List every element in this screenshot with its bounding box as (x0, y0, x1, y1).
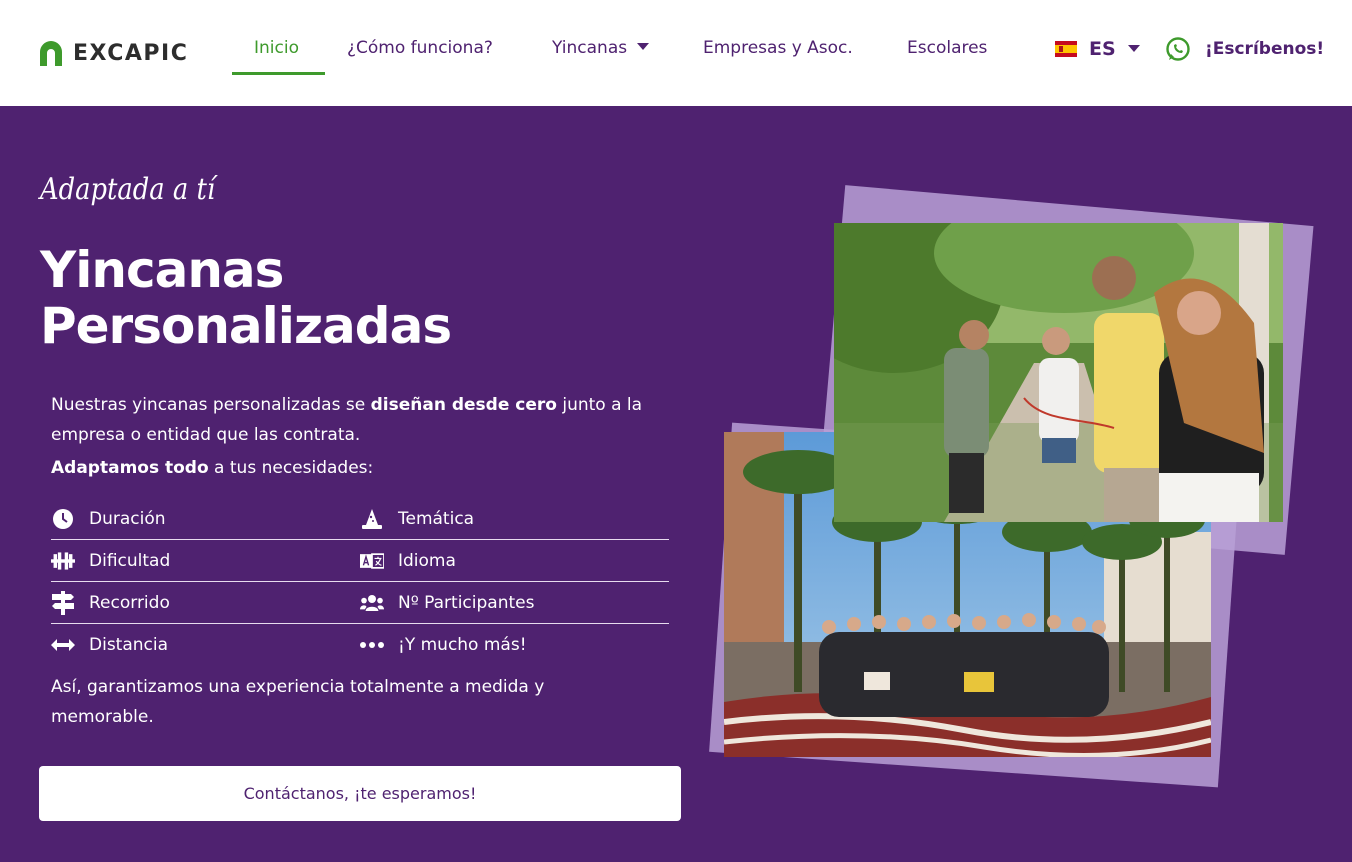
feature-label: Recorrido (89, 592, 170, 613)
team-activity-photo (834, 223, 1283, 522)
site-header: EXCAPIC Inicio ¿Cómo funciona? Yincanas … (0, 0, 1352, 106)
whatsapp-icon (1166, 37, 1190, 61)
signpost-icon (51, 590, 75, 615)
desc-text: Nuestras yincanas personalizadas se (51, 395, 371, 415)
feature-label: Temática (398, 508, 475, 529)
whatsapp-label: ¡Escríbenos! (1205, 39, 1325, 59)
hero-kicker: Adaptada a tí (40, 172, 216, 207)
feature-label: Nº Participantes (398, 592, 535, 613)
adapt-statement: Adaptamos todo a tus necesidades: (51, 458, 373, 478)
feature-row: Distancia ¡Y mucho más! (51, 624, 669, 666)
feature-row: Recorrido Nº Participantes (51, 582, 669, 624)
feature-item: ¡Y mucho más! (360, 624, 669, 666)
spain-flag-icon (1055, 41, 1077, 57)
ellipsis-icon (360, 633, 384, 657)
feature-row: Dificultad Idioma (51, 540, 669, 582)
adapt-rest: a tus necesidades: (208, 458, 374, 478)
closing-text: Así, garantizamos una experiencia totalm… (51, 677, 545, 727)
nav-inicio[interactable]: Inicio (254, 38, 299, 58)
contact-button[interactable]: Contáctanos, ¡te esperamos! (39, 766, 681, 821)
hero-title-line2: Personalizadas (40, 297, 452, 355)
feature-item: Dificultad (51, 540, 360, 581)
users-icon (360, 591, 384, 615)
nav-empresas[interactable]: Empresas y Asoc. (703, 38, 853, 58)
feature-list: Duración Temática Dificultad Idioma Reco… (51, 498, 669, 666)
feature-label: Duración (89, 508, 166, 529)
nav-yincanas[interactable]: Yincanas (552, 38, 650, 58)
chevron-down-icon (1127, 45, 1140, 52)
logo-text: EXCAPIC (73, 40, 189, 66)
feature-item: Idioma (360, 540, 669, 581)
whatsapp-link[interactable]: ¡Escríbenos! (1165, 36, 1324, 62)
nav-yincanas-label: Yincanas (552, 38, 628, 58)
hero-description: Nuestras yincanas personalizadas se dise… (51, 390, 681, 450)
nav-escolares[interactable]: Escolares (907, 38, 987, 58)
feature-item: Duración (51, 498, 360, 539)
hero-title: Yincanas Personalizadas (40, 241, 452, 355)
feature-label: Distancia (89, 635, 169, 655)
chevron-down-icon (637, 43, 650, 50)
desc-bold: diseñan desde cero (370, 395, 557, 415)
adapt-bold: Adaptamos todo (51, 458, 209, 478)
feature-item: Temática (360, 498, 669, 539)
feature-label: ¡Y mucho más! (398, 635, 527, 655)
active-nav-indicator (232, 72, 325, 75)
language-selector[interactable]: ES (1055, 38, 1140, 60)
logo-icon (40, 41, 62, 66)
logo[interactable]: EXCAPIC (38, 40, 188, 66)
feature-row: Duración Temática (51, 498, 669, 540)
dumbbell-icon (51, 549, 75, 573)
clock-icon (51, 507, 75, 531)
feature-item: Nº Participantes (360, 582, 669, 623)
arrows-horizontal-icon (51, 633, 75, 657)
language-code: ES (1089, 38, 1116, 60)
nav-como-funciona[interactable]: ¿Cómo funciona? (347, 38, 493, 58)
feature-item: Distancia (51, 624, 360, 666)
feature-item: Recorrido (51, 582, 360, 623)
feature-label: Idioma (398, 550, 456, 571)
hero-title-line1: Yincanas (40, 241, 284, 299)
feature-label: Dificultad (89, 550, 171, 571)
language-icon (360, 549, 384, 573)
wizard-hat-icon (360, 507, 384, 531)
